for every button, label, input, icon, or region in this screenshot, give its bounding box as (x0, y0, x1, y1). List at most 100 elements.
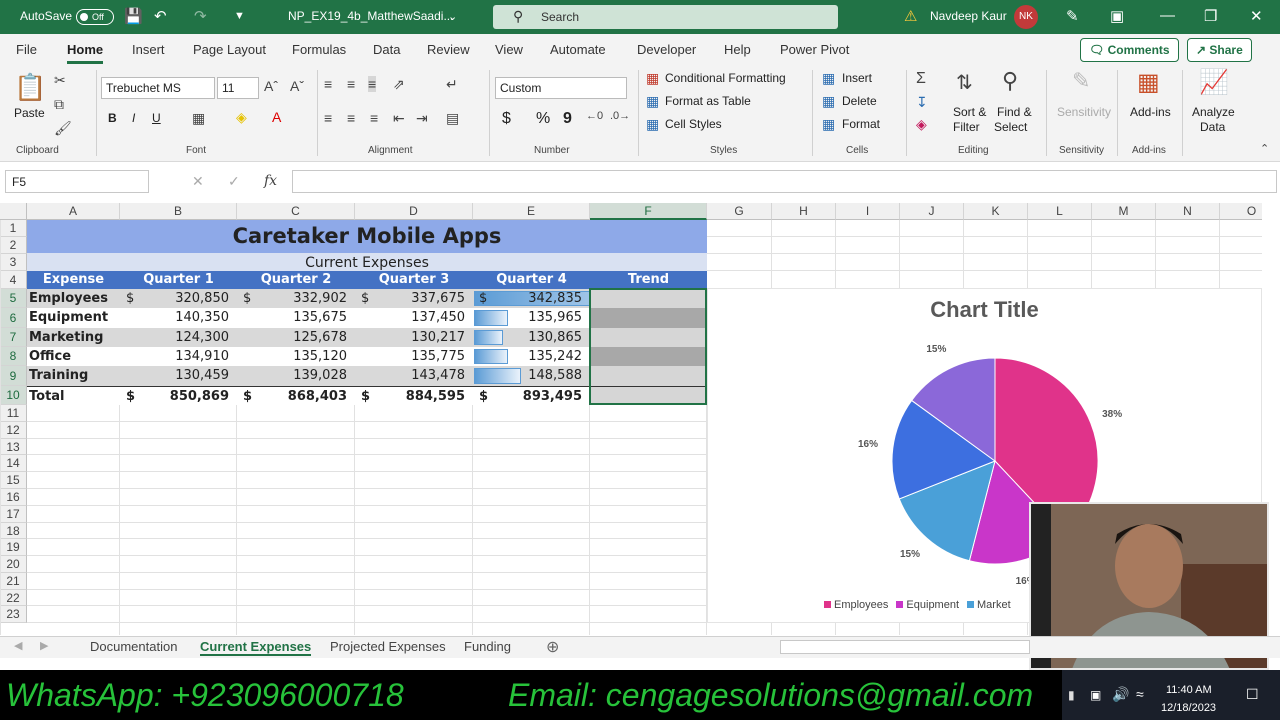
decrease-font-icon[interactable]: Aˇ (290, 78, 304, 94)
expense-label-cell[interactable]: Marketing (27, 328, 120, 347)
autosave-toggle[interactable]: Off (76, 9, 114, 25)
autosum-icon[interactable]: Σ (916, 70, 926, 88)
align-right-icon[interactable]: ≡ (370, 110, 378, 126)
data-label[interactable]: 16% (858, 439, 878, 450)
legend-item[interactable]: Employees (824, 599, 888, 611)
minimize-icon[interactable]: — (1160, 7, 1175, 24)
font-name-combo[interactable]: Trebuchet MS (101, 77, 215, 99)
quarter-value-cell[interactable]: 130,459 (120, 366, 237, 386)
cell-styles-button[interactable]: Cell Styles (665, 117, 722, 131)
row-header[interactable]: 5 (0, 289, 27, 308)
analyze-data-line1[interactable]: Analyze (1192, 105, 1235, 119)
row-header[interactable]: 6 (0, 308, 27, 328)
sheet-tab-projected-expenses[interactable]: Projected Expenses (330, 639, 446, 654)
save-icon[interactable]: 💾 (124, 7, 143, 25)
quarter-value-cell[interactable]: $342,835 (473, 289, 590, 308)
quarter-value-cell[interactable]: 137,450 (355, 308, 473, 328)
wrap-text-icon[interactable]: ↵ (446, 76, 458, 93)
increase-indent-icon[interactable]: ⇥ (416, 110, 428, 127)
data-label[interactable]: 15% (926, 344, 946, 355)
expense-label-cell[interactable]: Training (27, 366, 120, 386)
quarter-value-cell[interactable]: $332,902 (237, 289, 355, 308)
decrease-decimal-icon[interactable]: .0→ (610, 110, 630, 122)
font-color-icon[interactable]: A (272, 109, 281, 125)
row-header[interactable]: 15 (0, 472, 27, 489)
sheet-tab-current-expenses[interactable]: Current Expenses (200, 639, 312, 656)
name-box[interactable]: F5 (5, 170, 149, 193)
row-header[interactable]: 21 (0, 573, 27, 590)
data-label[interactable]: 38% (1102, 409, 1122, 420)
comments-button[interactable]: 🗨 Comments (1080, 38, 1179, 62)
data-label[interactable]: 15% (900, 549, 920, 560)
column-header[interactable]: O (1220, 203, 1262, 220)
quarter-value-cell[interactable]: 130,865 (473, 328, 590, 347)
fill-icon[interactable]: ↧ (916, 94, 928, 111)
row-header[interactable]: 1 (0, 220, 27, 237)
enter-icon[interactable]: ✓ (228, 173, 240, 190)
sheet-subtitle[interactable]: Current Expenses (27, 253, 707, 273)
quarter-value-cell[interactable]: 134,910 (120, 347, 237, 366)
quarter-value-cell[interactable]: 135,675 (237, 308, 355, 328)
clock-time[interactable]: 11:40 AM (1166, 684, 1212, 696)
column-header[interactable]: K (964, 203, 1028, 220)
cut-icon[interactable]: ✂ (54, 72, 66, 89)
row-header[interactable]: 11 (0, 405, 27, 422)
quarter-value-cell[interactable]: 135,775 (355, 347, 473, 366)
row-header[interactable]: 7 (0, 328, 27, 347)
add-sheet-icon[interactable]: ⊕ (546, 637, 559, 657)
tab-page-layout[interactable]: Page Layout (193, 42, 266, 57)
increase-font-icon[interactable]: Aˆ (264, 78, 278, 94)
row-header[interactable]: 17 (0, 506, 27, 523)
column-header[interactable]: A (27, 203, 120, 220)
italic-button[interactable]: I (132, 111, 135, 125)
tab-formulas[interactable]: Formulas (292, 42, 346, 57)
legend-item[interactable]: Market (967, 599, 1011, 611)
column-header[interactable]: L (1028, 203, 1092, 220)
tab-data[interactable]: Data (373, 42, 400, 57)
collapse-ribbon-icon[interactable]: ⌃ (1260, 142, 1269, 155)
quarter-value-cell[interactable]: $884,595 (355, 386, 473, 405)
expense-label-cell[interactable]: Total (27, 386, 120, 405)
tab-automate[interactable]: Automate (550, 42, 606, 57)
close-icon[interactable]: ✕ (1250, 7, 1263, 25)
next-sheet-icon[interactable]: ▶ (40, 639, 48, 652)
increase-decimal-icon[interactable]: ←0 (586, 110, 603, 122)
quarter-value-cell[interactable]: 140,350 (120, 308, 237, 328)
redo-icon[interactable]: ↷ (194, 7, 207, 25)
sensitivity-button[interactable]: Sensitivity (1057, 105, 1111, 119)
clear-icon[interactable]: ◈ (916, 116, 927, 133)
horizontal-scrollbar[interactable] (780, 640, 1030, 654)
row-header[interactable]: 3 (0, 254, 27, 271)
find-select-line1[interactable]: Find & (997, 105, 1032, 119)
avatar[interactable]: NK (1014, 5, 1038, 29)
expense-label-cell[interactable]: Office (27, 347, 120, 366)
quarter-value-cell[interactable]: 135,965 (473, 308, 590, 328)
quarter-value-cell[interactable]: $868,403 (237, 386, 355, 405)
align-top-icon[interactable]: ≡ (324, 76, 332, 92)
column-header[interactable]: B (120, 203, 237, 220)
sort-filter-line2[interactable]: Filter (953, 120, 980, 134)
table-header-cell[interactable]: Expense (27, 271, 120, 289)
expense-label-cell[interactable]: Equipment (27, 308, 120, 328)
tab-insert[interactable]: Insert (132, 42, 165, 57)
search-box[interactable]: ⚲ Search (493, 5, 838, 29)
row-header[interactable]: 22 (0, 590, 27, 606)
quarter-value-cell[interactable]: $893,495 (473, 386, 590, 405)
format-cells-button[interactable]: Format (842, 117, 880, 131)
align-left-icon[interactable]: ≡ (324, 110, 332, 126)
row-header[interactable]: 8 (0, 347, 27, 366)
insert-function-button[interactable]: fx (264, 173, 277, 189)
quarter-value-cell[interactable]: 148,588 (473, 366, 590, 386)
row-header[interactable]: 12 (0, 422, 27, 439)
column-header[interactable]: G (707, 203, 772, 220)
share-button[interactable]: ↗ Share (1187, 38, 1252, 62)
quarter-value-cell[interactable]: 130,217 (355, 328, 473, 347)
tab-developer[interactable]: Developer (637, 42, 696, 57)
font-size-combo[interactable]: 11 (217, 77, 259, 99)
comma-style-button[interactable]: 9 (563, 110, 572, 128)
quarter-value-cell[interactable]: 143,478 (355, 366, 473, 386)
quarter-value-cell[interactable]: $337,675 (355, 289, 473, 308)
table-header-cell[interactable]: Trend (590, 271, 707, 289)
sort-filter-line1[interactable]: Sort & (953, 105, 986, 119)
column-header[interactable]: M (1092, 203, 1156, 220)
